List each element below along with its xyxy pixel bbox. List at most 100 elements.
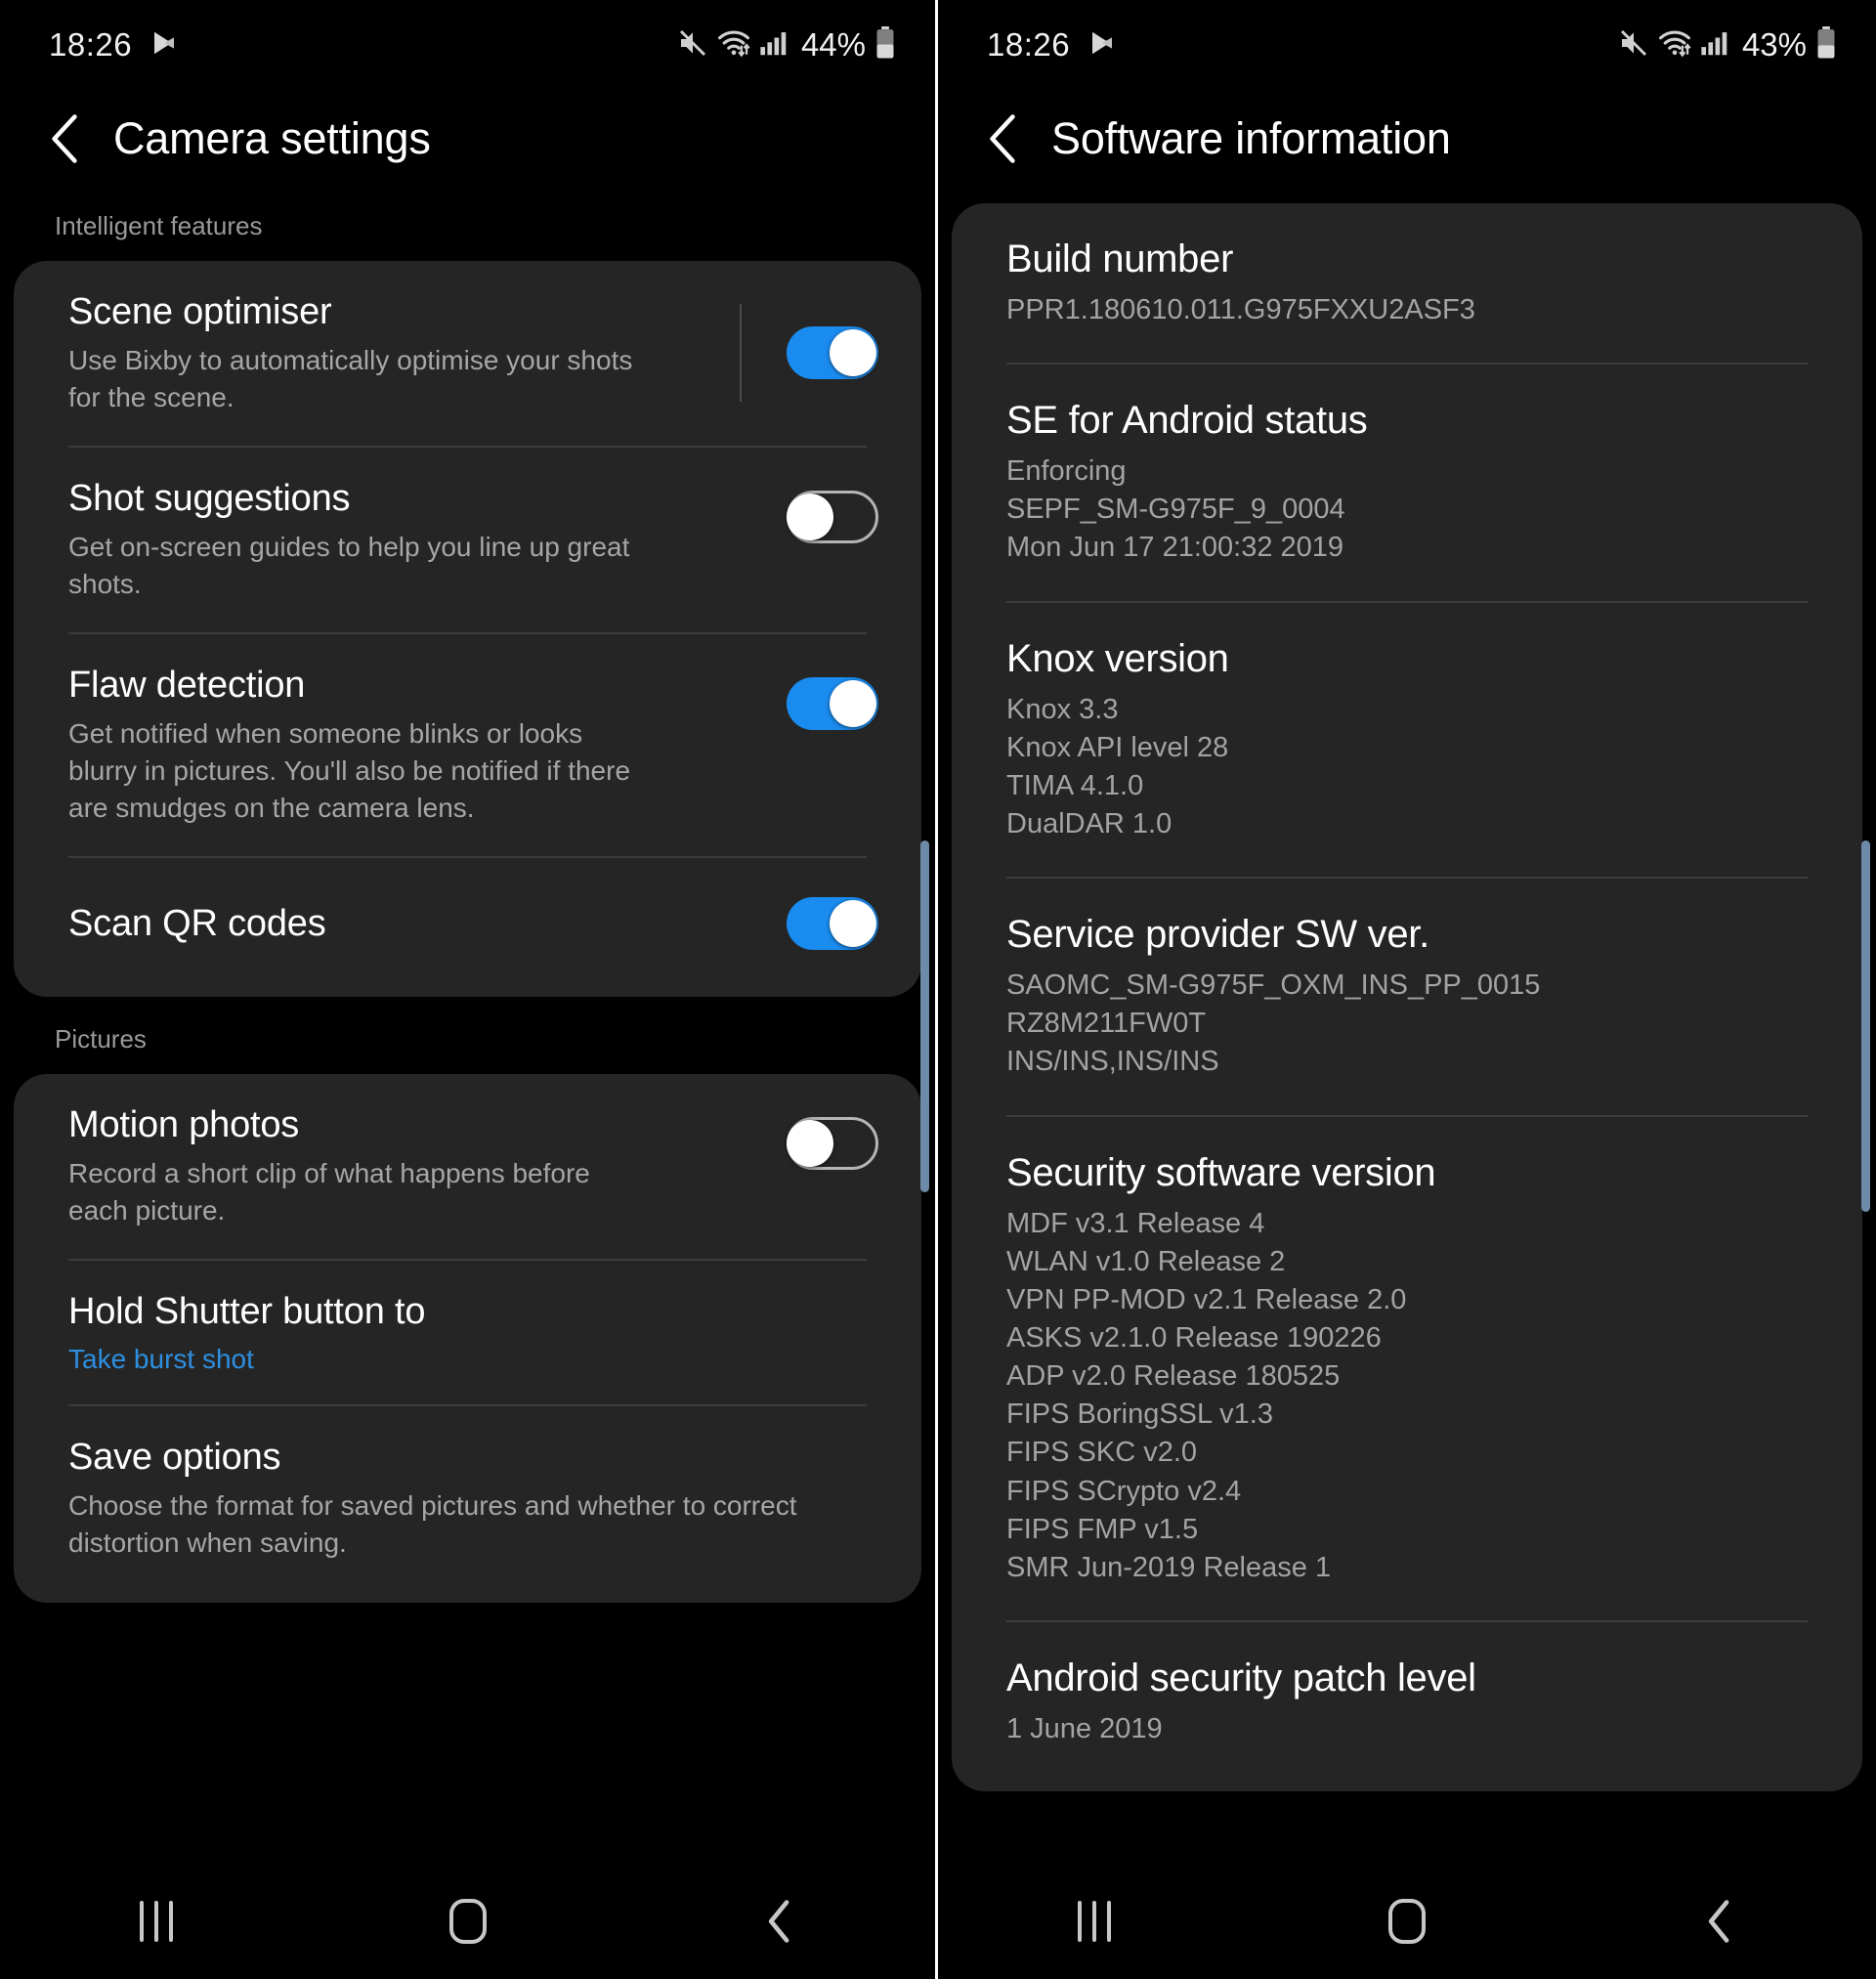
recents-icon[interactable]	[1036, 1864, 1153, 1979]
status-bar-left: 18:26	[49, 26, 179, 64]
setting-row-motion-photos[interactable]: Motion photos Record a short clip of wha…	[14, 1074, 921, 1259]
info-line: FIPS FMP v1.5	[1006, 1513, 1199, 1545]
cellular-signal-icon	[1700, 29, 1729, 62]
info-row-security-software-version[interactable]: Security software version MDF v3.1 Relea…	[952, 1117, 1862, 1620]
row-texts: Scan QR codes	[68, 902, 787, 946]
back-icon[interactable]	[1661, 1864, 1778, 1979]
info-row-service-provider-sw-ver[interactable]: Service provider SW ver. SAOMC_SM-G975F_…	[952, 879, 1862, 1114]
info-title: SE for Android status	[1006, 399, 1368, 443]
toggle-wrap	[787, 1103, 878, 1171]
info-line: PPR1.180610.011.G975FXXU2ASF3	[1006, 294, 1475, 325]
navigation-bar	[0, 1864, 935, 1979]
mute-icon	[677, 27, 708, 64]
info-line: SEPF_SM-G975F_9_0004	[1006, 494, 1345, 526]
info-line: WLAN v1.0 Release 2	[1006, 1245, 1286, 1277]
page-title: Software information	[1051, 113, 1451, 163]
setting-description: Choose the format for saved pictures and…	[68, 1489, 797, 1558]
setting-row-scene-optimiser[interactable]: Scene optimiser Use Bixby to automatical…	[14, 261, 921, 446]
panel-camera-settings: 18:26 44% Camera settings Intelligent fe…	[0, 0, 938, 1979]
toggle-wrap	[787, 897, 878, 951]
section-label-intelligent-features: Intelligent features	[55, 211, 263, 240]
info-line: Knox API level 28	[1006, 731, 1229, 763]
title-bar: Software information	[938, 90, 1876, 194]
toggle-knob	[830, 679, 876, 727]
info-row-android-security-patch-level[interactable]: Android security patch level 1 June 2019	[952, 1622, 1862, 1791]
info-lines: SAOMC_SM-G975F_OXM_INS_PP_0015 RZ8M211FW…	[1006, 967, 1808, 1081]
card-pictures: Motion photos Record a short clip of wha…	[14, 1074, 921, 1603]
home-icon[interactable]	[1348, 1864, 1466, 1979]
status-bar-right: 43%	[1618, 25, 1837, 65]
info-line: FIPS BoringSSL v1.3	[1006, 1398, 1273, 1431]
toggle-divider	[740, 304, 742, 402]
setting-value: Take burst shot	[68, 1343, 254, 1374]
info-line: DualDAR 1.0	[1006, 807, 1172, 839]
row-texts: Hold Shutter button to Take burst shot	[68, 1290, 878, 1375]
setting-title: Hold Shutter button to	[68, 1291, 426, 1333]
row-texts: Motion photos Record a short clip of wha…	[68, 1103, 787, 1229]
info-line: Knox 3.3	[1006, 693, 1119, 725]
info-title: Android security patch level	[1006, 1656, 1476, 1699]
setting-row-flaw-detection[interactable]: Flaw detection Get notified when someone…	[14, 634, 921, 856]
setting-title: Flaw detection	[68, 664, 306, 706]
info-lines: 1 June 2019	[1006, 1710, 1808, 1748]
info-line: SMR Jun-2019 Release 1	[1006, 1551, 1332, 1583]
setting-row-hold-shutter-button[interactable]: Hold Shutter button to Take burst shot	[14, 1261, 921, 1404]
info-row-build-number[interactable]: Build number PPR1.180610.011.G975FXXU2AS…	[952, 203, 1862, 363]
back-icon[interactable]	[721, 1864, 838, 1979]
toggle-wrap	[787, 477, 878, 543]
toggle-flaw-detection[interactable]	[787, 676, 878, 730]
info-row-knox-version[interactable]: Knox version Knox 3.3 Knox API level 28 …	[952, 603, 1862, 878]
info-title: Security software version	[1006, 1150, 1436, 1194]
recents-icon[interactable]	[98, 1864, 215, 1979]
info-line: FIPS SKC v2.0	[1006, 1437, 1198, 1469]
battery-icon	[1815, 25, 1837, 65]
info-lines: Knox 3.3 Knox API level 28 TIMA 4.1.0 Du…	[1006, 691, 1808, 844]
back-chevron-icon[interactable]	[983, 113, 1022, 164]
toggle-shot-suggestions[interactable]	[787, 490, 878, 543]
info-line: SAOMC_SM-G975F_OXM_INS_PP_0015	[1006, 969, 1541, 1002]
status-bar: 18:26	[0, 0, 935, 90]
toggle-wrap	[740, 290, 878, 402]
info-line: Enforcing	[1006, 455, 1127, 488]
toggle-knob	[830, 900, 876, 948]
wifi-icon	[1658, 28, 1691, 63]
battery-icon	[874, 25, 896, 65]
play-store-icon	[1087, 28, 1117, 63]
toggle-knob	[787, 493, 833, 540]
info-line: INS/INS,INS/INS	[1006, 1046, 1219, 1078]
row-texts: Shot suggestions Get on-screen guides to…	[68, 477, 787, 603]
toggle-motion-photos[interactable]	[787, 1117, 878, 1171]
home-icon[interactable]	[409, 1864, 527, 1979]
scrollbar-thumb-left[interactable]	[920, 840, 929, 1192]
setting-row-shot-suggestions[interactable]: Shot suggestions Get on-screen guides to…	[14, 448, 921, 632]
info-row-se-for-android-status[interactable]: SE for Android status Enforcing SEPF_SM-…	[952, 365, 1862, 600]
battery-percentage: 43%	[1741, 26, 1807, 63]
card-software-information: Build number PPR1.180610.011.G975FXXU2AS…	[952, 203, 1862, 1792]
section-label-pictures: Pictures	[55, 1024, 147, 1054]
info-line: 1 June 2019	[1006, 1712, 1163, 1744]
info-lines: MDF v3.1 Release 4 WLAN v1.0 Release 2 V…	[1006, 1205, 1808, 1587]
info-title: Knox version	[1006, 636, 1229, 680]
status-bar-right: 44%	[677, 25, 896, 65]
setting-title: Motion photos	[68, 1104, 300, 1146]
wifi-icon	[717, 28, 750, 63]
navigation-bar	[938, 1864, 1876, 1979]
status-bar: 18:26	[938, 0, 1876, 90]
mute-icon	[1618, 27, 1649, 64]
setting-row-save-options[interactable]: Save options Choose the format for saved…	[14, 1406, 921, 1603]
back-chevron-icon[interactable]	[45, 113, 84, 164]
card-intelligent-features: Scene optimiser Use Bixby to automatical…	[14, 261, 921, 998]
panel-software-information: 18:26 43% Software information Build num…	[938, 0, 1876, 1979]
setting-title: Scene optimiser	[68, 291, 332, 332]
scrollbar-thumb-right[interactable]	[1861, 840, 1870, 1212]
status-bar-left: 18:26	[987, 26, 1117, 64]
row-texts: Flaw detection Get notified when someone…	[68, 664, 787, 827]
toggle-scan-qr-codes[interactable]	[787, 897, 878, 951]
info-line: VPN PP-MOD v2.1 Release 2.0	[1006, 1283, 1407, 1315]
info-line: RZ8M211FW0T	[1006, 1008, 1207, 1040]
toggle-knob	[830, 329, 876, 376]
toggle-scene-optimiser[interactable]	[787, 326, 878, 379]
row-texts: Save options Choose the format for saved…	[68, 1436, 878, 1562]
toggle-knob	[787, 1120, 833, 1168]
setting-row-scan-qr-codes[interactable]: Scan QR codes	[14, 858, 921, 997]
